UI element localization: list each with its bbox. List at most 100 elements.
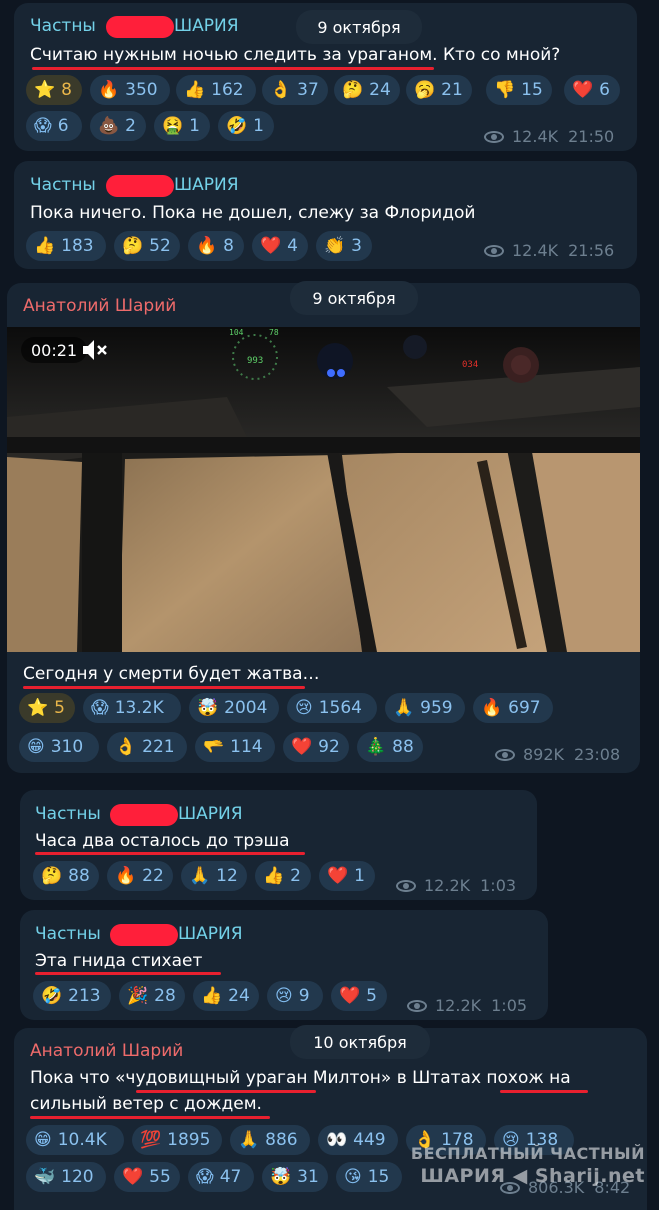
message-text: Часа два осталось до трэша: [35, 831, 290, 851]
reaction-chip-thinking[interactable]: 🤔 52: [114, 231, 180, 261]
reaction-chip-thumbs-up[interactable]: 👍 24: [193, 981, 259, 1011]
views-count: 12.2K: [424, 876, 471, 895]
video-player[interactable]: 993 104 78 034 00:21: [7, 327, 640, 652]
reaction-chip-thumbs-up[interactable]: 👍 2: [255, 861, 311, 891]
sender-name-right[interactable]: ШАРИЯ: [178, 804, 243, 824]
fire-icon: 🔥: [196, 235, 218, 256]
reaction-chip-nauseated[interactable]: 🤮 1: [154, 111, 210, 141]
reaction-chip-folded-hands[interactable]: 🙏 886: [230, 1125, 310, 1155]
reaction-chip-fire[interactable]: 🔥 22: [107, 861, 173, 891]
date-label: 9 октября: [317, 17, 401, 37]
reaction-chip-heart[interactable]: ❤️ 4: [252, 231, 308, 261]
reaction-chip-scream[interactable]: 😱 13.2K: [83, 693, 181, 723]
sender-name-right[interactable]: ШАРИЯ: [178, 924, 243, 944]
date-separator: 9 октября: [290, 281, 418, 315]
reaction-chip-crying[interactable]: 😢 1564: [287, 693, 377, 723]
reaction-chip-party-popper[interactable]: 🎉 28: [119, 981, 185, 1011]
views-count: 892K: [523, 745, 565, 764]
thumbs-up-icon: 👍: [184, 79, 206, 100]
muted-speaker-icon[interactable]: [79, 335, 109, 365]
reaction-chip-exploding-head[interactable]: 🤯 2004: [189, 693, 279, 723]
reaction-chip-pointing-hand[interactable]: 🫳 114: [195, 732, 275, 762]
reaction-chip-thumbs-up[interactable]: 👍 162: [176, 75, 256, 105]
views-icon: [484, 130, 504, 143]
video-frame: 993 104 78 034: [7, 327, 640, 652]
reaction-chip-thumbs-down[interactable]: 👎 15: [486, 75, 552, 105]
sender-name[interactable]: Анатолий Шарий: [30, 1041, 183, 1061]
reaction-chip-star[interactable]: ⭐ 8: [26, 75, 82, 105]
reaction-chip-clapping[interactable]: 👏 3: [316, 231, 372, 261]
views-count: 12.2K: [435, 996, 482, 1015]
sender-name-left[interactable]: Частны: [35, 924, 101, 944]
hundred-points-icon: 💯: [140, 1129, 162, 1150]
exploding-head-icon: 🤯: [270, 1166, 292, 1187]
reaction-chip-rofl[interactable]: 🤣 1: [218, 111, 274, 141]
reaction-chip-folded-hands[interactable]: 🙏 959: [385, 693, 465, 723]
reaction-chip-heart[interactable]: ❤️ 6: [564, 75, 620, 105]
clapping-hands-icon: 👏: [324, 235, 346, 256]
sender-name-right[interactable]: ШАРИЯ: [174, 175, 239, 195]
reaction-chip-fire[interactable]: 🔥 350: [90, 75, 170, 105]
reaction-chip-star[interactable]: ⭐ 5: [19, 693, 75, 723]
message-bubble[interactable]: Частны ШАРИЯ Часа два осталось до трэша …: [20, 790, 537, 900]
reaction-chip-whale[interactable]: 🐳 120: [26, 1162, 106, 1192]
message-text-line-2: сильный ветер с дождем.: [30, 1094, 262, 1114]
date-separator: 9 октября: [296, 10, 422, 44]
screaming-face-icon: 😱: [196, 1166, 214, 1187]
highlight-underline: [500, 1090, 588, 1093]
reaction-chip-kissing[interactable]: 😘 15: [336, 1162, 402, 1192]
reaction-chip-heart[interactable]: ❤️ 92: [283, 732, 349, 762]
sender-name-left[interactable]: Частны: [30, 16, 96, 36]
message-bubble[interactable]: Частны ШАРИЯ Эта гнида стихает 🤣 213 🎉 28 …: [20, 910, 548, 1020]
sender-name-right[interactable]: ШАРИЯ: [174, 16, 239, 36]
message-meta: 12.4K 21:56: [484, 241, 614, 260]
reaction-chip-ok-hand[interactable]: 👌 37: [262, 75, 328, 105]
star-icon: ⭐: [27, 697, 49, 718]
ok-hand-icon: 👌: [115, 736, 137, 757]
message-text: Пока ничего. Пока не дошел, слежу за Фло…: [30, 203, 476, 223]
thumbs-up-icon: 👍: [201, 985, 223, 1006]
heart-icon: ❤️: [260, 235, 282, 256]
message-text: Эта гнида стихает: [35, 951, 203, 971]
message-text-line-1: Пока что «чудовищный ураган Милтон» в Шт…: [30, 1068, 571, 1088]
message-bubble[interactable]: Частны ШАРИЯ Пока ничего. Пока не дошел,…: [14, 161, 637, 269]
reaction-chip-heart[interactable]: ❤️ 5: [331, 981, 387, 1011]
reaction-chip-fire[interactable]: 🔥 697: [473, 693, 553, 723]
reaction-chip-grinning[interactable]: 😁 10.4K: [26, 1125, 124, 1155]
thinking-face-icon: 🤔: [342, 79, 364, 100]
nauseated-face-icon: 🤮: [162, 115, 184, 136]
reaction-chip-poop[interactable]: 💩 2: [90, 111, 146, 141]
reaction-chip-thinking[interactable]: 🤔 88: [33, 861, 99, 891]
reaction-chip-hundred[interactable]: 💯 1895: [132, 1125, 222, 1155]
reaction-chip-christmas-tree[interactable]: 🎄 88: [357, 732, 423, 762]
message-meta: 892K 23:08: [495, 745, 620, 764]
sender-name-left[interactable]: Частны: [35, 804, 101, 824]
reaction-chip-grinning[interactable]: 😁 310: [19, 732, 99, 762]
reaction-chip-heart[interactable]: ❤️ 55: [114, 1162, 180, 1192]
reaction-chip-thumbs-up[interactable]: 👍 183: [26, 231, 106, 261]
reaction-chip-scream[interactable]: 😱 6: [26, 111, 82, 141]
reaction-chip-fire[interactable]: 🔥 8: [188, 231, 244, 261]
sender-name-left[interactable]: Частны: [30, 175, 96, 195]
message-time: 21:50: [568, 127, 615, 146]
views-count: 12.4K: [512, 241, 559, 260]
reaction-chip-crying[interactable]: 😢 9: [267, 981, 323, 1011]
reaction-chip-heart[interactable]: ❤️ 1: [319, 861, 375, 891]
reaction-chip-yawning[interactable]: 🥱 21: [406, 75, 472, 105]
reaction-chip-ok-hand[interactable]: 👌 221: [107, 732, 187, 762]
video-time-badge: 00:21: [21, 337, 88, 363]
reaction-chip-scream[interactable]: 😱 47: [188, 1162, 254, 1192]
reaction-chip-rofl[interactable]: 🤣 213: [33, 981, 111, 1011]
reaction-chip-folded-hands[interactable]: 🙏 12: [181, 861, 247, 891]
highlight-underline: [35, 972, 221, 975]
message-meta: 12.2K 1:03: [396, 876, 516, 895]
yawning-face-icon: 🥱: [414, 79, 436, 100]
sender-name[interactable]: Анатолий Шарий: [23, 296, 176, 316]
reaction-chip-exploding-head[interactable]: 🤯 31: [262, 1162, 328, 1192]
svg-text:104: 104: [229, 328, 244, 337]
reaction-chip-thinking[interactable]: 🤔 24: [334, 75, 400, 105]
heart-icon: ❤️: [339, 985, 361, 1006]
message-time: 1:03: [480, 876, 517, 895]
crying-face-icon: 😢: [295, 697, 313, 718]
reaction-chip-eyes[interactable]: 👀 449: [318, 1125, 398, 1155]
